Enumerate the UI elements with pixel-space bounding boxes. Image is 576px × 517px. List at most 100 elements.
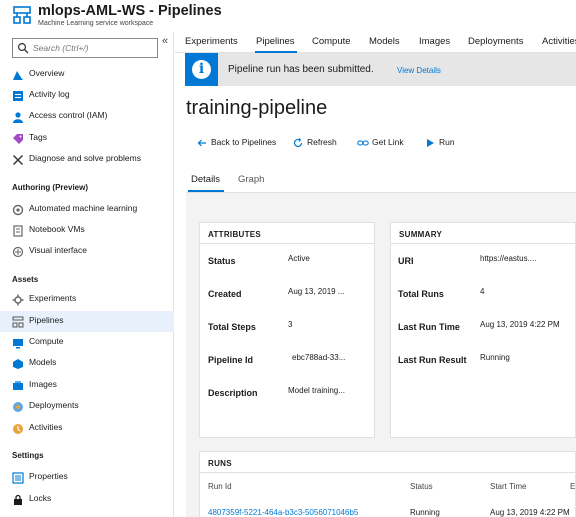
tab-models[interactable]: Models [369, 36, 400, 47]
attributes-card: ATTRIBUTES Status Active Created Aug 13,… [199, 222, 375, 438]
attr-value-created: Aug 13, 2019 ... [288, 287, 345, 296]
summary-card: SUMMARY URI https://eastus.... Total Run… [390, 222, 576, 438]
collapse-sidebar-icon[interactable]: « [162, 35, 168, 47]
tab-experiments[interactable]: Experiments [185, 36, 238, 47]
refresh-label: Refresh [307, 137, 337, 147]
sidebar-item-activities[interactable]: Activities [0, 418, 174, 439]
pipelines-icon [12, 316, 24, 328]
attr-label-total-steps: Total Steps [208, 322, 256, 332]
sidebar-item-label: Deployments [29, 400, 79, 410]
tab-details[interactable]: Details [191, 174, 220, 185]
sidebar: « Overview Activity log Access control (… [0, 32, 174, 517]
sidebar-item-label: Locks [29, 493, 52, 503]
summary-label-uri: URI [398, 256, 414, 266]
sidebar-item-images[interactable]: Images [0, 375, 174, 396]
sidebar-item-iam[interactable]: Access control (IAM) [0, 106, 174, 127]
tab-pipelines[interactable]: Pipelines [256, 36, 295, 47]
runs-col-status[interactable]: Status [410, 482, 433, 491]
attr-value-description: Model training... [288, 386, 345, 395]
page-header-title: mlops-AML-WS - Pipelines [38, 3, 222, 19]
get-link-label: Get Link [372, 137, 404, 147]
link-icon [357, 140, 369, 146]
view-details-link[interactable]: View Details [397, 66, 441, 75]
sidebar-item-locks[interactable]: Locks [0, 489, 174, 510]
sidebar-item-deployments[interactable]: Deployments [0, 396, 174, 417]
search-icon [17, 42, 29, 54]
sidebar-item-models[interactable]: Models [0, 353, 174, 374]
deployments-icon [13, 402, 23, 412]
runs-col-start-time[interactable]: Start Time [490, 482, 526, 491]
sidebar-item-label: Diagnose and solve problems [29, 153, 141, 163]
app-header: mlops-AML-WS - Pipelines Machine Learnin… [0, 0, 576, 32]
sidebar-search[interactable] [12, 38, 158, 58]
sidebar-item-label: Compute [29, 336, 64, 346]
sidebar-item-diagnose[interactable]: Diagnose and solve problems [0, 149, 174, 170]
section-assets: Assets [12, 275, 39, 284]
summary-label-total-runs: Total Runs [398, 289, 444, 299]
runs-col-end[interactable]: E [570, 482, 575, 491]
get-link-button[interactable]: Get Link [357, 136, 407, 150]
search-input[interactable] [33, 41, 153, 55]
sidebar-item-tags[interactable]: Tags [0, 128, 174, 149]
sidebar-item-properties[interactable]: Properties [0, 467, 174, 488]
sidebar-item-activity-log[interactable]: Activity log [0, 85, 174, 106]
sidebar-item-pipelines[interactable]: Pipelines [0, 311, 174, 332]
attr-label-created: Created [208, 289, 242, 299]
summary-value-last-run-result: Running [480, 353, 510, 362]
notification-message: Pipeline run has been submitted. [228, 64, 374, 75]
attr-value-total-steps: 3 [288, 320, 293, 329]
summary-label-last-run-result: Last Run Result [398, 355, 467, 365]
automl-icon [12, 204, 24, 216]
page-title: training-pipeline [186, 97, 328, 119]
sidebar-item-overview[interactable]: Overview [0, 64, 174, 85]
sidebar-item-label: Models [29, 357, 57, 367]
run-start-time: Aug 13, 2019 4:22 PM [490, 508, 570, 517]
activities-icon [13, 424, 23, 434]
sidebar-item-visual-interface[interactable]: Visual interface [0, 241, 174, 262]
pipelines-logo-icon [13, 6, 31, 24]
runs-col-run-id[interactable]: Run Id [208, 482, 232, 491]
tab-images[interactable]: Images [419, 36, 450, 47]
detail-tabs: Details Graph [186, 168, 576, 193]
tab-compute[interactable]: Compute [312, 36, 351, 47]
attr-value-status: Active [288, 254, 310, 263]
summary-title: SUMMARY [399, 230, 443, 239]
sidebar-item-automl[interactable]: Automated machine learning [0, 199, 174, 220]
sidebar-item-label: Images [29, 379, 57, 389]
run-id-link[interactable]: 4807359f-5221-464a-b3c3-5056071046b5 [208, 508, 358, 517]
sidebar-item-notebook-vms[interactable]: Notebook VMs [0, 220, 174, 241]
sidebar-item-label: Experiments [29, 293, 77, 303]
attr-label-status: Status [208, 256, 236, 266]
play-icon [427, 139, 434, 147]
overview-icon [13, 71, 23, 80]
sidebar-item-compute[interactable]: Compute [0, 332, 174, 353]
back-label: Back to Pipelines [211, 137, 277, 147]
iam-icon [13, 112, 23, 123]
card-divider [200, 243, 374, 244]
activity-log-icon [13, 91, 23, 101]
attr-label-pipeline-id: Pipeline Id [208, 355, 254, 365]
tab-deployments[interactable]: Deployments [468, 36, 523, 47]
tab-activities[interactable]: Activities [542, 36, 576, 47]
page-header-subtitle: Machine Learning service workspace [38, 20, 154, 27]
card-divider [391, 243, 575, 244]
sidebar-item-label: Access control (IAM) [29, 110, 108, 120]
summary-value-total-runs: 4 [480, 287, 485, 296]
sidebar-item-label: Overview [29, 68, 65, 78]
compute-icon [13, 339, 23, 349]
refresh-icon [293, 138, 303, 148]
section-authoring: Authoring (Preview) [12, 183, 89, 192]
sidebar-item-label: Activities [29, 422, 63, 432]
tab-graph[interactable]: Graph [238, 174, 264, 185]
run-button[interactable]: Run [425, 136, 455, 150]
summary-label-last-run-time: Last Run Time [398, 322, 460, 332]
arrow-left-icon [197, 139, 206, 147]
sidebar-item-experiments[interactable]: Experiments [0, 289, 174, 310]
info-icon: i [185, 53, 218, 86]
sidebar-item-label: Notebook VMs [29, 224, 85, 234]
images-icon [13, 381, 23, 390]
sidebar-item-label: Pipelines [29, 315, 64, 325]
back-to-pipelines-button[interactable]: Back to Pipelines [197, 136, 277, 150]
refresh-button[interactable]: Refresh [293, 136, 339, 150]
main-content: Experiments Pipelines Compute Models Ima… [175, 32, 576, 517]
